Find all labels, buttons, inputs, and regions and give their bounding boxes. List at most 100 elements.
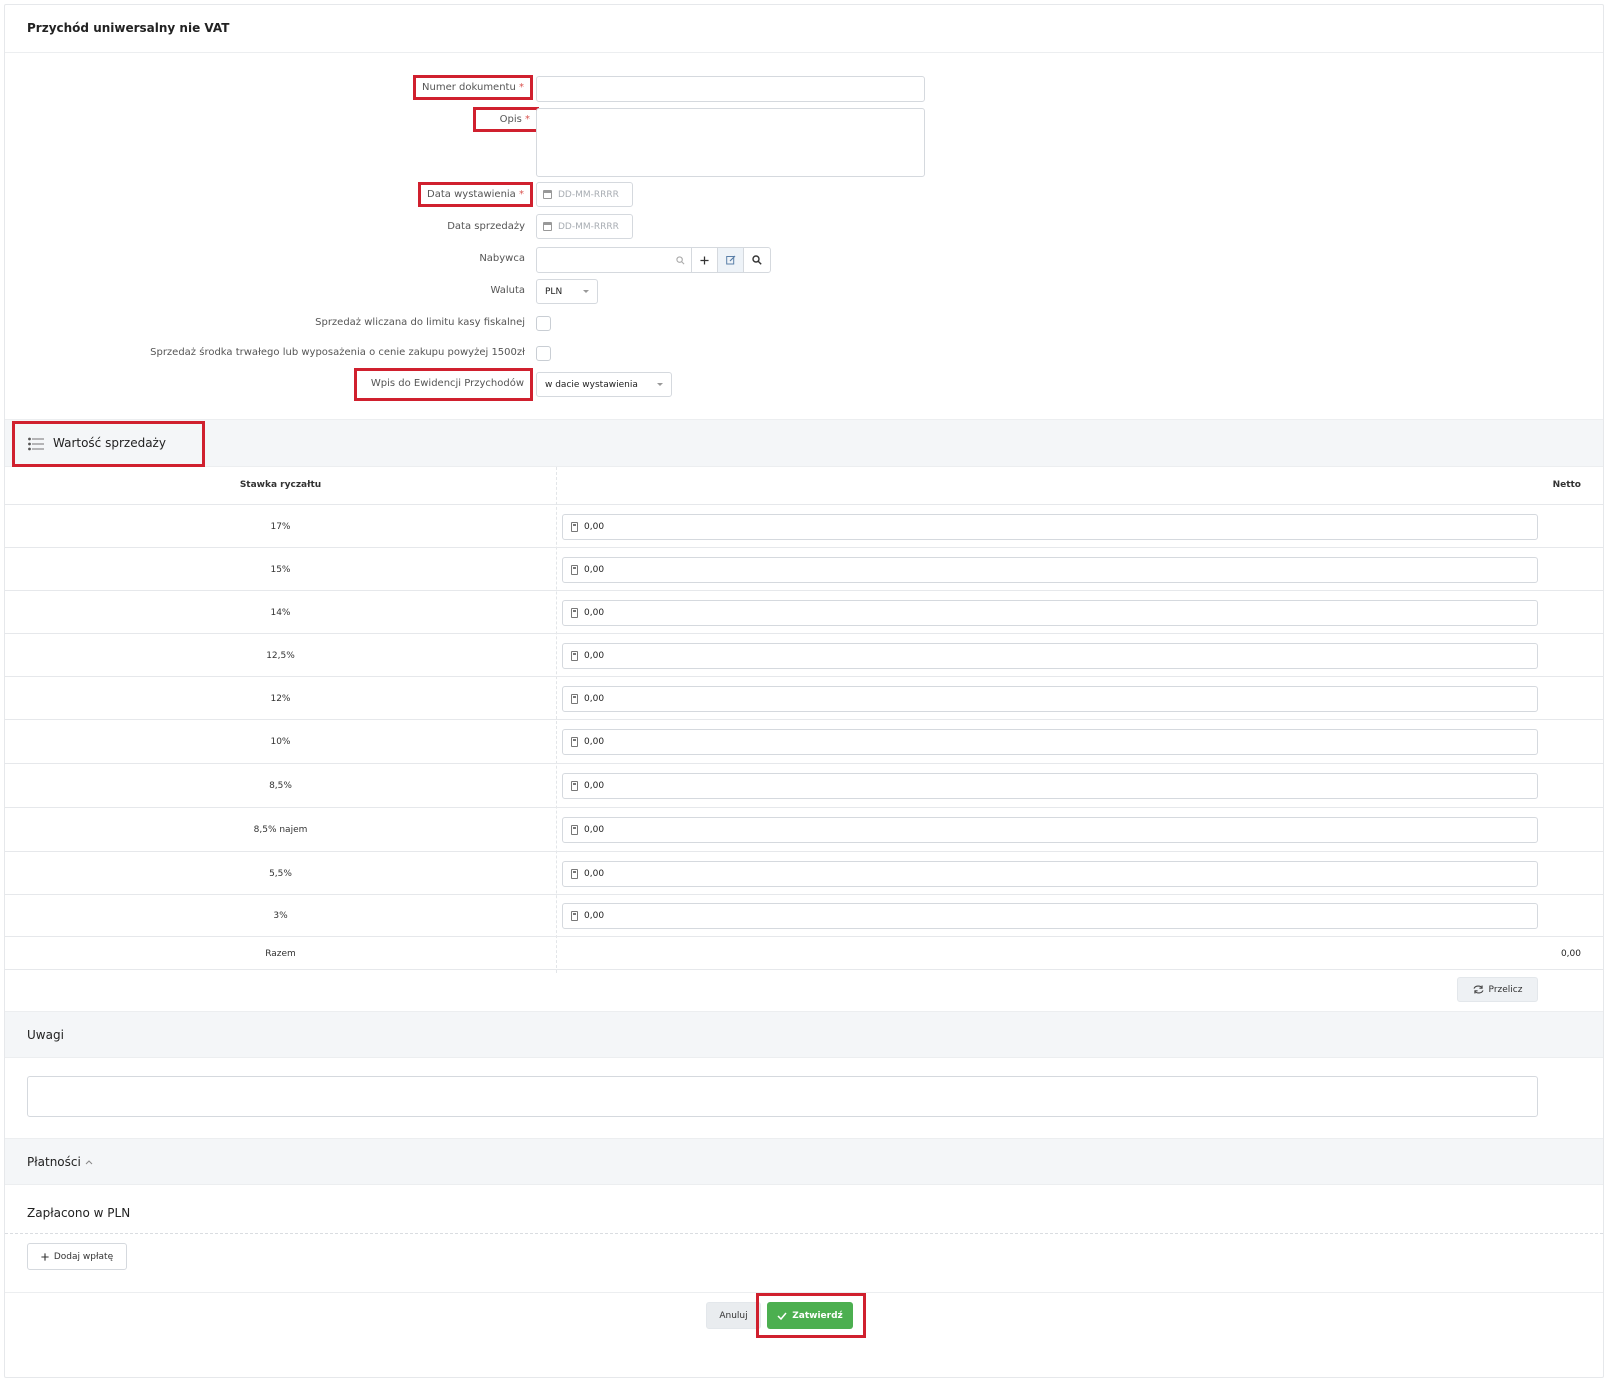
rate-cell: 8,5% najem bbox=[253, 825, 308, 835]
calculator-icon bbox=[571, 694, 578, 704]
net-value-input[interactable]: 0,00 bbox=[562, 729, 1538, 755]
calculator-icon bbox=[571, 651, 578, 661]
table-row: 15% 0,00 bbox=[5, 548, 1603, 591]
net-value-input[interactable]: 0,00 bbox=[562, 557, 1538, 583]
total-value: 0,00 bbox=[1560, 949, 1581, 959]
add-payment-button[interactable]: Dodaj wpłatę bbox=[27, 1243, 127, 1270]
calculator-icon bbox=[571, 737, 578, 747]
search-nabywca-button[interactable] bbox=[744, 248, 770, 272]
limit-kasy-checkbox[interactable] bbox=[536, 316, 551, 331]
edit-icon bbox=[725, 255, 735, 265]
opis-textarea[interactable] bbox=[536, 108, 925, 177]
nabywca-group bbox=[536, 247, 771, 273]
calculator-icon bbox=[571, 565, 578, 575]
list-icon bbox=[28, 437, 44, 451]
total-label: Razem bbox=[265, 949, 296, 959]
confirm-button[interactable]: Zatwierdź bbox=[767, 1302, 853, 1329]
rate-cell: 12% bbox=[270, 694, 291, 704]
net-value-input[interactable]: 0,00 bbox=[562, 773, 1538, 799]
data-wystawienia-input[interactable]: DD-MM-RRRR bbox=[536, 182, 633, 207]
search-icon bbox=[676, 256, 685, 265]
calculator-icon bbox=[571, 911, 578, 921]
net-value-text: 0,00 bbox=[584, 911, 605, 921]
sales-table-header: Stawka ryczałtu Netto bbox=[5, 467, 1603, 505]
page-title: Przychód uniwersalny nie VAT bbox=[27, 21, 230, 35]
notes-title: Uwagi bbox=[27, 1028, 64, 1042]
payments-title: Płatności bbox=[27, 1155, 81, 1169]
net-value-text: 0,00 bbox=[584, 825, 605, 835]
nabywca-label: Nabywca bbox=[479, 253, 525, 264]
srodek-trwaly-label: Sprzedaż środka trwałego lub wyposażenia… bbox=[150, 347, 525, 358]
rate-cell: 12,5% bbox=[266, 651, 295, 661]
calculator-icon bbox=[571, 781, 578, 791]
cancel-button[interactable]: Anuluj bbox=[706, 1302, 761, 1329]
net-value-text: 0,00 bbox=[584, 565, 605, 575]
plus-icon bbox=[41, 1252, 49, 1261]
rate-cell: 8,5% bbox=[269, 781, 292, 791]
table-row: 8,5% najem 0,00 bbox=[5, 808, 1603, 852]
net-value-input[interactable]: 0,00 bbox=[562, 817, 1538, 843]
add-nabywca-button[interactable] bbox=[692, 248, 718, 272]
refresh-icon bbox=[1473, 985, 1484, 994]
calendar-icon bbox=[543, 190, 552, 199]
sales-section-title: Wartość sprzedaży bbox=[12, 421, 205, 467]
table-row: 8,5% 0,00 bbox=[5, 764, 1603, 808]
data-wystawienia-label: Data wystawienia * bbox=[418, 182, 533, 207]
limit-kasy-label: Sprzedaż wliczana do limitu kasy fiskaln… bbox=[315, 317, 525, 328]
table-row: 5,5% 0,00 bbox=[5, 852, 1603, 895]
net-value-input[interactable]: 0,00 bbox=[562, 514, 1538, 540]
net-value-text: 0,00 bbox=[584, 522, 605, 532]
rate-cell: 5,5% bbox=[269, 869, 292, 879]
numer-dokumentu-input[interactable] bbox=[536, 76, 925, 102]
waluta-select[interactable]: PLN bbox=[536, 279, 598, 304]
panel-header: Przychód uniwersalny nie VAT bbox=[5, 5, 1603, 53]
net-value-text: 0,00 bbox=[584, 608, 605, 618]
calculator-icon bbox=[571, 608, 578, 618]
table-row: 14% 0,00 bbox=[5, 591, 1603, 634]
rate-cell: 10% bbox=[270, 737, 291, 747]
numer-dokumentu-label: Numer dokumentu * bbox=[413, 75, 533, 100]
edit-nabywca-button[interactable] bbox=[718, 248, 744, 272]
col-header-rate: Stawka ryczałtu bbox=[239, 480, 322, 490]
nabywca-input[interactable] bbox=[537, 248, 692, 272]
net-value-input[interactable]: 0,00 bbox=[562, 643, 1538, 669]
wpis-ewidencji-label: Wpis do Ewidencji Przychodów bbox=[353, 368, 533, 401]
chevron-down-icon bbox=[583, 290, 589, 293]
net-value-text: 0,00 bbox=[584, 651, 605, 661]
notes-section-header: Uwagi bbox=[5, 1011, 1603, 1058]
rate-cell: 3% bbox=[273, 911, 288, 921]
chevron-down-icon bbox=[657, 383, 663, 386]
paid-title: Zapłacono w PLN bbox=[27, 1206, 131, 1220]
table-row: 3% 0,00 bbox=[5, 895, 1603, 937]
col-header-net: Netto bbox=[1552, 480, 1581, 490]
net-value-input[interactable]: 0,00 bbox=[562, 903, 1538, 929]
rate-cell: 14% bbox=[270, 608, 291, 618]
wpis-ewidencji-select[interactable]: w dacie wystawienia bbox=[536, 372, 672, 397]
sales-total-row: Razem 0,00 bbox=[5, 937, 1603, 970]
data-sprzedazy-label: Data sprzedaży bbox=[447, 221, 525, 232]
notes-textarea[interactable] bbox=[27, 1076, 1538, 1117]
payments-section-header[interactable]: Płatności bbox=[5, 1138, 1603, 1185]
divider bbox=[5, 1233, 1603, 1234]
recalculate-button[interactable]: Przelicz bbox=[1457, 977, 1538, 1002]
net-value-text: 0,00 bbox=[584, 694, 605, 704]
table-row: 17% 0,00 bbox=[5, 505, 1603, 548]
net-value-input[interactable]: 0,00 bbox=[562, 861, 1538, 887]
net-value-input[interactable]: 0,00 bbox=[562, 686, 1538, 712]
table-row: 12,5% 0,00 bbox=[5, 634, 1603, 677]
table-row: 10% 0,00 bbox=[5, 720, 1603, 764]
form-panel: Przychód uniwersalny nie VAT Numer dokum… bbox=[4, 4, 1604, 1378]
waluta-label: Waluta bbox=[490, 285, 525, 296]
net-value-input[interactable]: 0,00 bbox=[562, 600, 1538, 626]
data-sprzedazy-input[interactable]: DD-MM-RRRR bbox=[536, 214, 633, 239]
plus-icon bbox=[700, 255, 709, 265]
calculator-icon bbox=[571, 522, 578, 532]
rate-cell: 17% bbox=[270, 522, 291, 532]
srodek-trwaly-checkbox[interactable] bbox=[536, 346, 551, 361]
chevron-up-icon bbox=[85, 1160, 93, 1165]
net-value-text: 0,00 bbox=[584, 737, 605, 747]
rate-cell: 15% bbox=[270, 565, 291, 575]
check-icon bbox=[777, 1312, 787, 1320]
opis-label: Opis * bbox=[472, 107, 539, 132]
calendar-icon bbox=[543, 222, 552, 231]
